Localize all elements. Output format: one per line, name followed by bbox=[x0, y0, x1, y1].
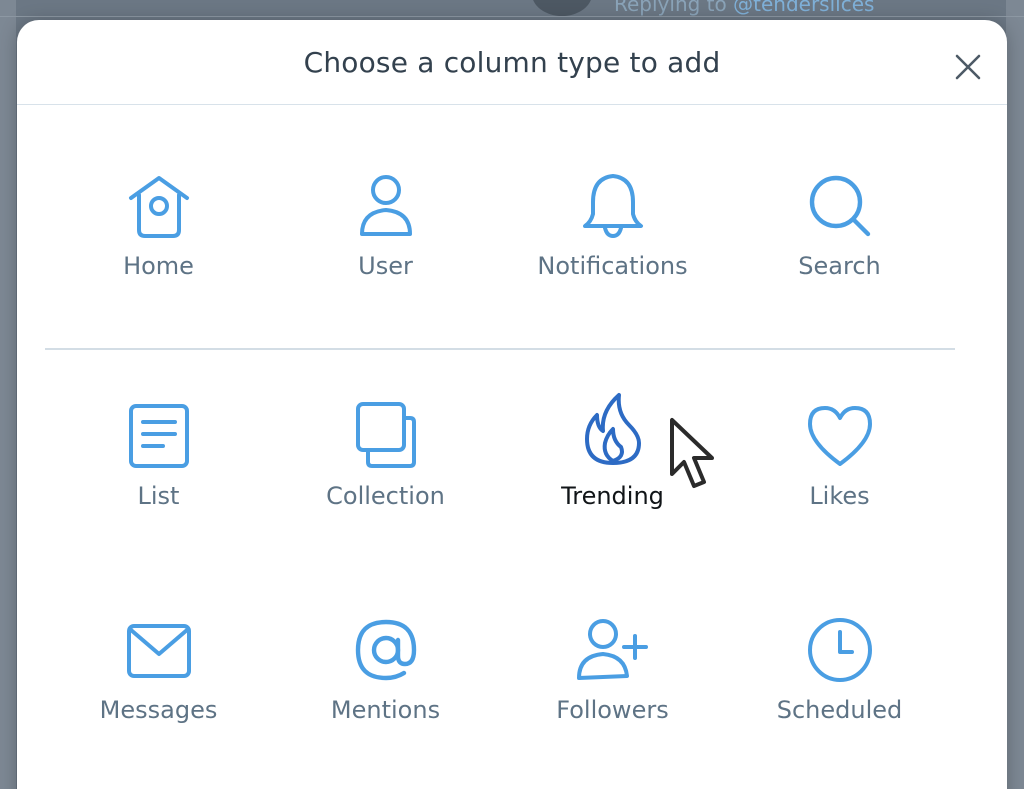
column-type-likes[interactable]: Likes bbox=[726, 400, 953, 540]
at-icon bbox=[355, 619, 416, 681]
add-column-modal: Choose a column type to add Home User No… bbox=[17, 20, 1007, 789]
modal-header: Choose a column type to add bbox=[17, 20, 1007, 105]
column-type-label: Home bbox=[123, 252, 194, 280]
birdhouse-icon bbox=[128, 176, 189, 238]
bell-icon bbox=[582, 174, 643, 238]
column-type-collection[interactable]: Collection bbox=[272, 400, 499, 540]
background-reply-text: Replying to @tenderslices bbox=[614, 0, 874, 16]
reply-prefix: Replying to bbox=[614, 0, 727, 16]
column-type-mentions[interactable]: Mentions bbox=[272, 614, 499, 754]
flame-icon bbox=[584, 393, 641, 465]
column-type-label: Trending bbox=[561, 482, 664, 510]
column-type-label: Collection bbox=[326, 482, 445, 510]
column-type-messages[interactable]: Messages bbox=[45, 614, 272, 754]
column-type-scheduled[interactable]: Scheduled bbox=[726, 614, 953, 754]
column-type-list[interactable]: List bbox=[45, 400, 272, 540]
column-type-label: List bbox=[137, 482, 180, 510]
close-button[interactable] bbox=[953, 52, 983, 82]
column-type-label: Scheduled bbox=[776, 696, 903, 724]
column-type-label: Search bbox=[798, 252, 881, 280]
column-type-followers[interactable]: Followers bbox=[499, 614, 726, 754]
collection-icon bbox=[355, 402, 416, 468]
column-type-label: Notifications bbox=[537, 252, 688, 280]
user-icon bbox=[359, 175, 412, 236]
column-type-trending[interactable]: Trending bbox=[499, 393, 726, 540]
envelope-icon bbox=[126, 624, 191, 678]
row-divider bbox=[45, 348, 955, 350]
heart-icon bbox=[807, 406, 872, 466]
column-type-label: User bbox=[358, 252, 413, 280]
close-icon bbox=[955, 54, 981, 80]
column-type-label: Mentions bbox=[330, 696, 441, 724]
column-type-notifications[interactable]: Notifications bbox=[499, 170, 726, 310]
column-type-home[interactable]: Home bbox=[45, 170, 272, 310]
background-divider bbox=[0, 16, 1024, 17]
search-icon bbox=[809, 175, 870, 237]
list-icon bbox=[128, 404, 189, 468]
modal-title: Choose a column type to add bbox=[303, 46, 721, 79]
column-type-user[interactable]: User bbox=[272, 170, 499, 310]
column-type-label: Likes bbox=[809, 482, 870, 510]
background-column-right bbox=[1006, 0, 1024, 789]
column-type-label: Followers bbox=[556, 696, 669, 724]
background-avatar bbox=[532, 0, 592, 16]
reply-handle: @tenderslices bbox=[733, 0, 875, 16]
column-type-label: Messages bbox=[99, 696, 218, 724]
add-user-icon bbox=[576, 619, 648, 680]
column-type-search[interactable]: Search bbox=[726, 170, 953, 310]
clock-icon bbox=[807, 618, 872, 682]
background-column-left bbox=[0, 0, 16, 789]
